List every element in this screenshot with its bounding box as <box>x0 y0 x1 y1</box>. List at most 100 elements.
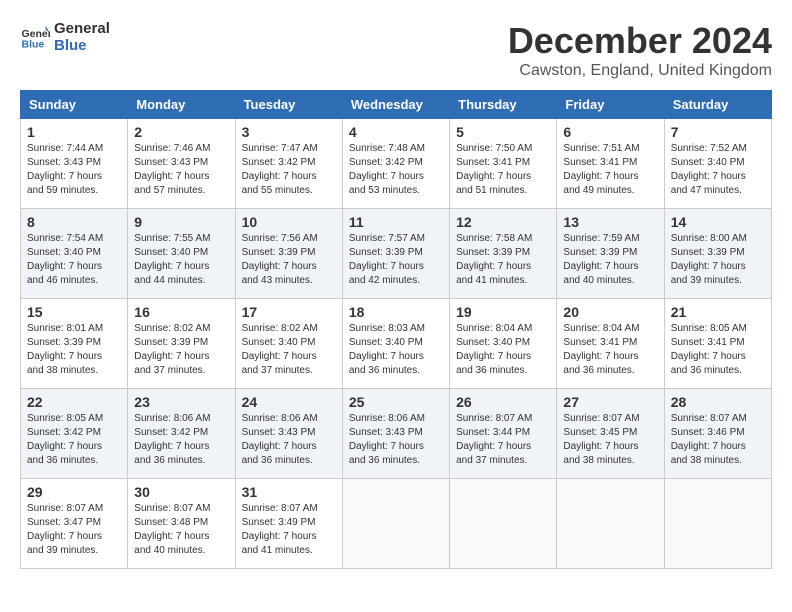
calendar-day-cell: 6 Sunrise: 7:51 AM Sunset: 3:41 PM Dayli… <box>557 119 664 209</box>
sunset-label: Sunset: 3:43 PM <box>134 157 208 168</box>
sunrise-label: Sunrise: 7:57 AM <box>349 233 425 244</box>
day-number: 12 <box>456 214 550 230</box>
day-info: Sunrise: 8:07 AM Sunset: 3:49 PM Dayligh… <box>242 502 336 558</box>
day-info: Sunrise: 7:44 AM Sunset: 3:43 PM Dayligh… <box>27 142 121 198</box>
daylight-label: Daylight: 7 hours and 39 minutes. <box>671 261 746 286</box>
daylight-label: Daylight: 7 hours and 40 minutes. <box>134 531 209 556</box>
day-info: Sunrise: 8:07 AM Sunset: 3:44 PM Dayligh… <box>456 412 550 468</box>
day-number: 1 <box>27 124 121 140</box>
daylight-label: Daylight: 7 hours and 36 minutes. <box>242 441 317 466</box>
day-info: Sunrise: 8:07 AM Sunset: 3:48 PM Dayligh… <box>134 502 228 558</box>
sunset-label: Sunset: 3:41 PM <box>671 337 745 348</box>
day-number: 4 <box>349 124 443 140</box>
daylight-label: Daylight: 7 hours and 36 minutes. <box>134 441 209 466</box>
day-number: 5 <box>456 124 550 140</box>
daylight-label: Daylight: 7 hours and 37 minutes. <box>134 351 209 376</box>
sunset-label: Sunset: 3:39 PM <box>456 247 530 258</box>
daylight-label: Daylight: 7 hours and 53 minutes. <box>349 171 424 196</box>
day-info: Sunrise: 8:06 AM Sunset: 3:43 PM Dayligh… <box>349 412 443 468</box>
day-info: Sunrise: 7:48 AM Sunset: 3:42 PM Dayligh… <box>349 142 443 198</box>
sunset-label: Sunset: 3:39 PM <box>563 247 637 258</box>
calendar-day-cell: 23 Sunrise: 8:06 AM Sunset: 3:42 PM Dayl… <box>128 389 235 479</box>
day-number: 6 <box>563 124 657 140</box>
calendar-day-cell: 9 Sunrise: 7:55 AM Sunset: 3:40 PM Dayli… <box>128 209 235 299</box>
day-info: Sunrise: 7:57 AM Sunset: 3:39 PM Dayligh… <box>349 232 443 288</box>
day-number: 8 <box>27 214 121 230</box>
calendar-day-cell: 8 Sunrise: 7:54 AM Sunset: 3:40 PM Dayli… <box>21 209 128 299</box>
sunrise-label: Sunrise: 8:07 AM <box>563 413 639 424</box>
calendar-day-cell: 14 Sunrise: 8:00 AM Sunset: 3:39 PM Dayl… <box>664 209 771 299</box>
sunset-label: Sunset: 3:39 PM <box>671 247 745 258</box>
day-info: Sunrise: 7:50 AM Sunset: 3:41 PM Dayligh… <box>456 142 550 198</box>
sunset-label: Sunset: 3:41 PM <box>563 337 637 348</box>
daylight-label: Daylight: 7 hours and 40 minutes. <box>563 261 638 286</box>
sunrise-label: Sunrise: 8:04 AM <box>456 323 532 334</box>
day-info: Sunrise: 7:55 AM Sunset: 3:40 PM Dayligh… <box>134 232 228 288</box>
daylight-label: Daylight: 7 hours and 41 minutes. <box>242 531 317 556</box>
calendar-day-cell: 11 Sunrise: 7:57 AM Sunset: 3:39 PM Dayl… <box>342 209 449 299</box>
day-info: Sunrise: 7:51 AM Sunset: 3:41 PM Dayligh… <box>563 142 657 198</box>
calendar-day-cell: 28 Sunrise: 8:07 AM Sunset: 3:46 PM Dayl… <box>664 389 771 479</box>
header-tuesday: Tuesday <box>235 91 342 119</box>
sunrise-label: Sunrise: 7:46 AM <box>134 143 210 154</box>
day-info: Sunrise: 8:04 AM Sunset: 3:41 PM Dayligh… <box>563 322 657 378</box>
sunset-label: Sunset: 3:40 PM <box>27 247 101 258</box>
daylight-label: Daylight: 7 hours and 36 minutes. <box>27 441 102 466</box>
day-info: Sunrise: 8:03 AM Sunset: 3:40 PM Dayligh… <box>349 322 443 378</box>
day-info: Sunrise: 8:02 AM Sunset: 3:39 PM Dayligh… <box>134 322 228 378</box>
sunrise-label: Sunrise: 8:07 AM <box>27 503 103 514</box>
sunset-label: Sunset: 3:49 PM <box>242 517 316 528</box>
sunset-label: Sunset: 3:41 PM <box>563 157 637 168</box>
day-info: Sunrise: 8:06 AM Sunset: 3:43 PM Dayligh… <box>242 412 336 468</box>
calendar-day-cell: 29 Sunrise: 8:07 AM Sunset: 3:47 PM Dayl… <box>21 479 128 569</box>
daylight-label: Daylight: 7 hours and 43 minutes. <box>242 261 317 286</box>
daylight-label: Daylight: 7 hours and 36 minutes. <box>563 351 638 376</box>
day-info: Sunrise: 8:07 AM Sunset: 3:46 PM Dayligh… <box>671 412 765 468</box>
calendar-day-cell: 25 Sunrise: 8:06 AM Sunset: 3:43 PM Dayl… <box>342 389 449 479</box>
calendar-week-row: 29 Sunrise: 8:07 AM Sunset: 3:47 PM Dayl… <box>21 479 772 569</box>
sunset-label: Sunset: 3:40 PM <box>456 337 530 348</box>
sunrise-label: Sunrise: 7:50 AM <box>456 143 532 154</box>
calendar-day-cell: 3 Sunrise: 7:47 AM Sunset: 3:42 PM Dayli… <box>235 119 342 209</box>
day-number: 29 <box>27 484 121 500</box>
sunset-label: Sunset: 3:41 PM <box>456 157 530 168</box>
month-title: December 2024 <box>508 20 772 62</box>
day-info: Sunrise: 7:54 AM Sunset: 3:40 PM Dayligh… <box>27 232 121 288</box>
day-number: 11 <box>349 214 443 230</box>
calendar-day-cell <box>664 479 771 569</box>
location: Cawston, England, United Kingdom <box>508 62 772 80</box>
sunrise-label: Sunrise: 7:58 AM <box>456 233 532 244</box>
logo-line1: General <box>54 20 110 37</box>
day-number: 16 <box>134 304 228 320</box>
title-block: December 2024 Cawston, England, United K… <box>508 20 772 80</box>
calendar-day-cell: 4 Sunrise: 7:48 AM Sunset: 3:42 PM Dayli… <box>342 119 449 209</box>
day-info: Sunrise: 8:04 AM Sunset: 3:40 PM Dayligh… <box>456 322 550 378</box>
calendar-day-cell: 27 Sunrise: 8:07 AM Sunset: 3:45 PM Dayl… <box>557 389 664 479</box>
sunset-label: Sunset: 3:42 PM <box>242 157 316 168</box>
day-number: 28 <box>671 394 765 410</box>
sunrise-label: Sunrise: 8:07 AM <box>671 413 747 424</box>
day-number: 20 <box>563 304 657 320</box>
sunset-label: Sunset: 3:40 PM <box>242 337 316 348</box>
day-info: Sunrise: 7:52 AM Sunset: 3:40 PM Dayligh… <box>671 142 765 198</box>
sunset-label: Sunset: 3:45 PM <box>563 427 637 438</box>
calendar-day-cell: 5 Sunrise: 7:50 AM Sunset: 3:41 PM Dayli… <box>450 119 557 209</box>
sunset-label: Sunset: 3:39 PM <box>349 247 423 258</box>
daylight-label: Daylight: 7 hours and 37 minutes. <box>242 351 317 376</box>
day-info: Sunrise: 8:07 AM Sunset: 3:45 PM Dayligh… <box>563 412 657 468</box>
sunrise-label: Sunrise: 8:06 AM <box>242 413 318 424</box>
sunset-label: Sunset: 3:46 PM <box>671 427 745 438</box>
sunrise-label: Sunrise: 8:01 AM <box>27 323 103 334</box>
calendar-day-cell: 1 Sunrise: 7:44 AM Sunset: 3:43 PM Dayli… <box>21 119 128 209</box>
sunset-label: Sunset: 3:42 PM <box>27 427 101 438</box>
day-number: 21 <box>671 304 765 320</box>
logo-line2: Blue <box>54 37 110 54</box>
daylight-label: Daylight: 7 hours and 38 minutes. <box>563 441 638 466</box>
logo: General Blue General Blue <box>20 20 110 54</box>
sunset-label: Sunset: 3:39 PM <box>134 337 208 348</box>
daylight-label: Daylight: 7 hours and 36 minutes. <box>671 351 746 376</box>
daylight-label: Daylight: 7 hours and 36 minutes. <box>349 351 424 376</box>
sunrise-label: Sunrise: 7:51 AM <box>563 143 639 154</box>
calendar-day-cell: 20 Sunrise: 8:04 AM Sunset: 3:41 PM Dayl… <box>557 299 664 389</box>
day-info: Sunrise: 7:58 AM Sunset: 3:39 PM Dayligh… <box>456 232 550 288</box>
